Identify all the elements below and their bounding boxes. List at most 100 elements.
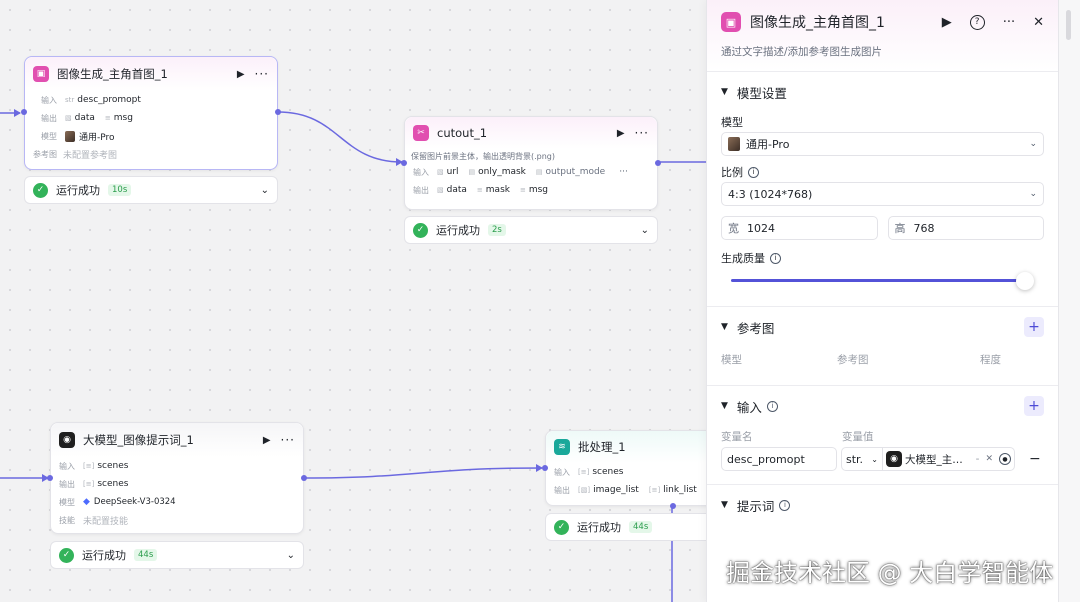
var-ref-select[interactable]: ◉ 大模型_主… - ✕ ● [883, 447, 1015, 471]
node-llm[interactable]: ◉ 大模型_图像提示词_1 ▶ ··· 输入 [≡] scenes 输出 [≡] s… [47, 422, 307, 534]
chevron-down-icon[interactable]: ⌄ [261, 185, 269, 196]
node-config-panel: ▣ 图像生成_主角首图_1 ▶ ? ··· ✕ 通过文字描述/添加参考图生成图片… [706, 0, 1058, 602]
caret-down-icon[interactable]: ▼ [721, 322, 728, 332]
input-value: url [446, 167, 459, 177]
play-icon[interactable]: ▶ [942, 15, 952, 30]
model-value: 通用-Pro [79, 132, 115, 143]
panel-title[interactable]: 图像生成_主角首图_1 [750, 12, 924, 32]
caret-down-icon[interactable]: ▼ [721, 500, 728, 510]
play-icon[interactable]: ▶ [263, 435, 271, 446]
node-title: cutout_1 [437, 126, 488, 140]
chevron-down-icon: ⌄ [1029, 189, 1037, 199]
model-select[interactable]: 通用-Pro ⌄ [721, 132, 1044, 156]
input-port[interactable] [542, 465, 548, 471]
help-icon[interactable]: ? [969, 14, 985, 30]
add-icon[interactable]: + [1024, 396, 1044, 416]
target-icon[interactable]: ● [999, 453, 1011, 465]
quality-label-row: 生成质量 i [721, 248, 1044, 268]
section-header[interactable]: ▼ 提示词 i [721, 485, 1044, 525]
info-icon[interactable]: i [779, 499, 791, 511]
bottom-port[interactable] [670, 503, 676, 509]
status-text: 运行成功 [82, 549, 126, 562]
scrollbar-thumb[interactable] [1066, 10, 1071, 40]
array-type-icon: [≡] [648, 486, 661, 494]
right-edge-strip[interactable] [1058, 0, 1080, 602]
section-title: 模型设置 [736, 85, 787, 101]
status-bar-image-gen[interactable]: ✓ 运行成功 10s ⌄ [24, 176, 278, 204]
var-type-select[interactable]: str. ⌄ [841, 447, 883, 471]
quality-slider[interactable] [731, 268, 1034, 292]
ratio-select[interactable]: 4:3 (1024*768) ⌄ [721, 182, 1044, 206]
node-model-row: 模型 通用-Pro [25, 127, 277, 145]
add-icon[interactable]: + [1024, 317, 1044, 337]
output-value: data [446, 185, 467, 195]
play-icon[interactable]: ▶ [237, 69, 245, 80]
row-label: 输出 [554, 485, 570, 495]
more-icon[interactable]: ··· [255, 67, 269, 81]
node-image-gen-header[interactable]: ▣ 图像生成_主角首图_1 ▶ ··· [25, 57, 277, 91]
output-value: msg [113, 113, 133, 123]
node-image-gen[interactable]: ▣ 图像生成_主角首图_1 ▶ ··· 输入 str desc_promopt 输… [21, 56, 281, 170]
input-value: output_mode [545, 167, 606, 177]
remove-icon[interactable]: − [1029, 451, 1041, 467]
input-port[interactable] [47, 475, 53, 481]
node-title: 大模型_图像提示词_1 [83, 433, 194, 447]
more-inputs-icon[interactable]: ··· [619, 167, 628, 177]
check-icon: ✓ [554, 519, 569, 535]
status-bar-cutout[interactable]: ✓ 运行成功 2s ⌄ [404, 216, 658, 244]
row-label: 输入 [554, 467, 570, 477]
skill-value: 未配置技能 [83, 516, 129, 527]
width-label: 宽 [728, 222, 739, 235]
array-type-icon: [≡] [578, 468, 590, 476]
var-type: str. [846, 452, 864, 466]
caret-down-icon[interactable]: ▼ [721, 401, 728, 411]
clear-icon[interactable]: ✕ [985, 454, 993, 464]
section-header[interactable]: ▼ 模型设置 [721, 72, 1044, 112]
close-icon[interactable]: ✕ [1033, 15, 1044, 30]
chevron-down-icon: ⌄ [1029, 139, 1037, 149]
output-tag: ▧ data [437, 185, 467, 195]
status-text: 运行成功 [577, 521, 621, 534]
input-value: desc_promopt [77, 95, 141, 105]
section-header[interactable]: ▼ 参考图 + [721, 307, 1044, 347]
row-label: 输入 [59, 461, 75, 471]
row-label: 参考图 [33, 149, 57, 159]
column-header: 变量值 [842, 430, 874, 443]
output-tag: [▧] image_list [578, 485, 639, 495]
input-port[interactable] [21, 109, 27, 115]
status-bar-llm[interactable]: ✓ 运行成功 44s ⌄ [50, 541, 304, 569]
info-icon[interactable]: i [748, 166, 759, 178]
input-columns: 变量名 变量值 [721, 426, 1044, 446]
reference-section: ▼ 参考图 + 模型 参考图 程度 [707, 307, 1058, 386]
output-port[interactable] [301, 475, 307, 481]
model-value: 通用-Pro [746, 138, 790, 151]
width-input[interactable]: 宽 1024 [721, 216, 878, 240]
ratio-label: 比例 [721, 166, 743, 179]
output-port[interactable] [275, 109, 281, 115]
info-icon[interactable]: i [770, 252, 781, 264]
node-ref-row: 参考图 未配置参考图 [25, 145, 277, 163]
node-llm-header[interactable]: ◉ 大模型_图像提示词_1 ▶ ··· [51, 423, 303, 457]
node-cutout[interactable]: ✂ cutout_1 ▶ ··· 保留图片前景主体，输出透明背景(.png) 输… [401, 116, 661, 210]
input-port[interactable] [401, 160, 407, 166]
var-name-input[interactable]: desc_promopt [721, 447, 837, 471]
node-cutout-header[interactable]: ✂ cutout_1 ▶ ··· [405, 117, 657, 149]
output-port[interactable] [655, 160, 661, 166]
output-value: mask [485, 185, 510, 195]
caret-down-icon[interactable]: ▼ [721, 87, 728, 97]
row-label: 输入 [41, 95, 57, 105]
more-icon[interactable]: ··· [281, 433, 295, 447]
more-icon[interactable]: ··· [1003, 15, 1015, 30]
output-value: data [74, 113, 95, 123]
height-input[interactable]: 高 768 [887, 216, 1044, 240]
chevron-down-icon[interactable]: ⌄ [641, 225, 649, 236]
type-prefix: str [65, 96, 75, 104]
image-icon: ▣ [33, 66, 49, 82]
slider-knob[interactable] [1016, 272, 1034, 290]
info-icon[interactable]: i [766, 400, 778, 412]
play-icon[interactable]: ▶ [617, 128, 625, 139]
section-header[interactable]: ▼ 输入 i + [721, 386, 1044, 426]
int-type-icon: ▤ [468, 168, 476, 176]
more-icon[interactable]: ··· [635, 126, 649, 140]
chevron-down-icon[interactable]: ⌄ [287, 550, 295, 561]
